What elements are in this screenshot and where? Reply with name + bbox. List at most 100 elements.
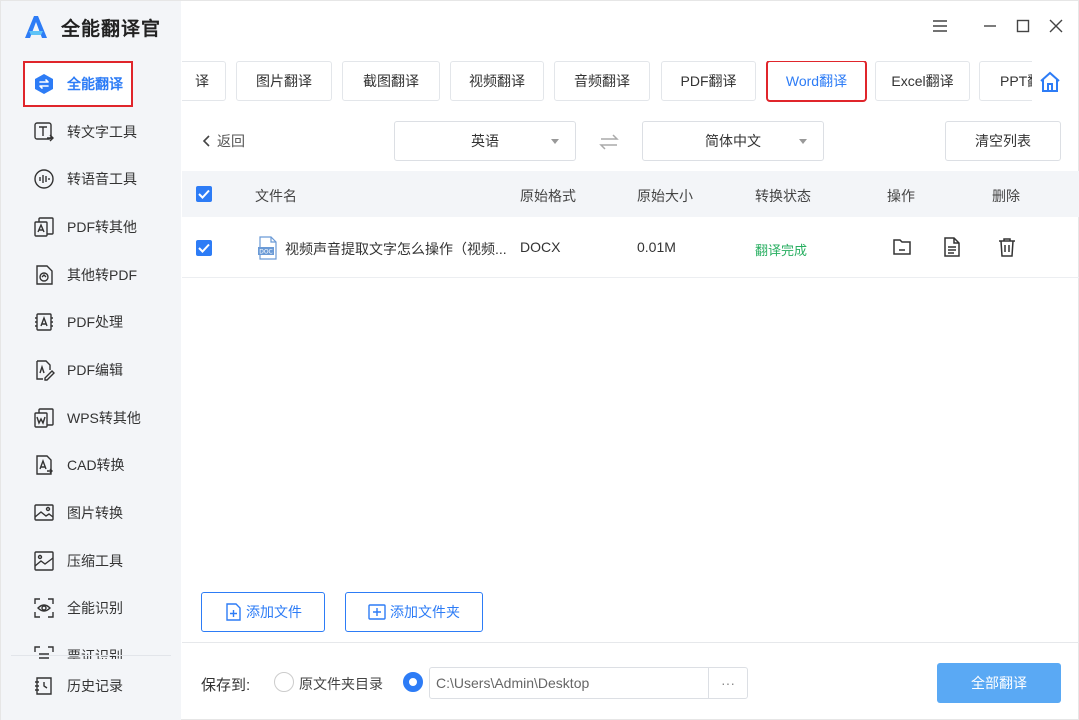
history-icon <box>33 675 55 697</box>
add-file-label: 添加文件 <box>246 604 302 620</box>
home-icon[interactable] <box>1039 71 1061 93</box>
add-folder-icon <box>368 604 386 620</box>
close-icon[interactable] <box>1045 15 1067 37</box>
tab-image-translate[interactable]: 图片翻译 <box>236 61 332 101</box>
browse-path-button[interactable]: ··· <box>708 667 748 699</box>
select-all-checkbox[interactable] <box>196 186 212 202</box>
file-table-header: 文件名 原始格式 原始大小 转换状态 操作 删除 <box>182 171 1079 217</box>
sidebar-item-to-pdf[interactable]: 其他转PDF <box>23 252 137 298</box>
original-folder-radio[interactable] <box>274 672 294 692</box>
chevron-left-icon <box>202 135 210 147</box>
chevron-down-icon <box>799 139 807 144</box>
add-folder-button[interactable]: 添加文件夹 <box>345 592 483 632</box>
tab-excel-translate[interactable]: Excel翻译 <box>875 61 970 101</box>
sidebar-item-label: PDF编辑 <box>67 362 123 378</box>
sidebar-item-image-convert[interactable]: 图片转换 <box>23 490 133 536</box>
ticket-icon <box>33 645 55 659</box>
sidebar-item-label: 票证识别 <box>67 648 123 659</box>
sidebar-nav: 全能翻译 转文字工具 转语音工具 PDF转其他 其他转PDF PDF处理 PDF… <box>1 59 181 659</box>
clear-list-button[interactable]: 清空列表 <box>945 121 1061 161</box>
sidebar-item-label: CAD转换 <box>67 457 125 473</box>
sidebar-item-label: 全能翻译 <box>67 76 123 92</box>
doc-file-icon: DOC <box>258 236 277 260</box>
sidebar-item-label: 压缩工具 <box>67 553 123 569</box>
tab-pdf-translate[interactable]: PDF翻译 <box>661 61 756 101</box>
pdf-process-icon <box>33 311 55 333</box>
recognize-icon <box>33 597 55 619</box>
tab-word-translate[interactable]: Word翻译 <box>766 61 867 102</box>
tab-ppt-translate[interactable]: PPT翻 <box>979 61 1032 101</box>
tab-video-translate[interactable]: 视频翻译 <box>450 61 544 101</box>
back-label: 返回 <box>217 133 245 149</box>
trash-icon[interactable] <box>996 236 1018 258</box>
add-folder-label: 添加文件夹 <box>390 604 460 620</box>
back-button[interactable]: 返回 <box>201 131 245 151</box>
sidebar-item-text-tool[interactable]: 转文字工具 <box>23 109 137 155</box>
sidebar-item-voice-tool[interactable]: 转语音工具 <box>23 156 137 202</box>
compress-icon <box>33 550 55 572</box>
sidebar-item-pdf-process[interactable]: PDF处理 <box>23 299 133 345</box>
sidebar-item-label: 转语音工具 <box>67 171 137 187</box>
source-language-select[interactable]: 英语 <box>394 121 576 161</box>
image-convert-icon <box>33 502 55 524</box>
sidebar-item-wps-convert[interactable]: WPS转其他 <box>23 395 141 441</box>
file-type-label: DOC <box>259 249 273 256</box>
sidebar-item-translate[interactable]: 全能翻译 <box>23 61 133 107</box>
sidebar-item-label: 历史记录 <box>67 678 123 694</box>
wps-convert-icon <box>33 407 55 429</box>
header-status: 转换状态 <box>755 188 811 204</box>
add-file-icon <box>226 603 241 621</box>
open-folder-icon[interactable] <box>891 236 913 258</box>
text-tool-icon <box>33 121 55 143</box>
translate-tabs: 译 图片翻译 截图翻译 视频翻译 音频翻译 PDF翻译 Word翻译 Excel… <box>182 61 1032 103</box>
output-path-field[interactable] <box>429 667 709 699</box>
cad-convert-icon <box>33 454 55 476</box>
footer-bar: 保存到: 原文件夹目录 ··· 全部翻译 <box>182 642 1079 720</box>
app-logo: 全能翻译官 <box>23 13 161 41</box>
sidebar-divider <box>11 655 171 656</box>
header-operations: 操作 <box>887 188 915 204</box>
sidebar-item-label: 图片转换 <box>67 505 123 521</box>
source-language-value: 英语 <box>471 133 499 149</box>
pdf-edit-icon <box>33 359 55 381</box>
tab-audio-translate[interactable]: 音频翻译 <box>554 61 650 101</box>
custom-path-radio[interactable] <box>403 672 423 692</box>
sidebar-item-label: PDF处理 <box>67 314 123 330</box>
status-badge: 翻译完成 <box>755 243 808 258</box>
tab-doc-translate[interactable]: 译 <box>182 61 226 101</box>
sidebar-item-label: 其他转PDF <box>67 267 137 283</box>
header-delete: 删除 <box>992 188 1020 204</box>
table-row: DOC 视频声音提取文字怎么操作（视频... DOCX 0.01M 翻译完成 <box>182 218 1079 278</box>
sidebar-item-pdf-convert[interactable]: PDF转其他 <box>23 204 137 250</box>
swap-languages-icon[interactable] <box>598 131 620 153</box>
file-size: 0.01M <box>637 239 676 255</box>
target-language-select[interactable]: 简体中文 <box>642 121 824 161</box>
header-format: 原始格式 <box>520 188 576 204</box>
chevron-down-icon <box>551 139 559 144</box>
sidebar-item-history[interactable]: 历史记录 <box>23 663 133 709</box>
sidebar: 全能翻译官 全能翻译 转文字工具 转语音工具 PDF转其他 其他转PDF PDF… <box>1 1 181 720</box>
voice-tool-icon <box>33 168 55 190</box>
open-file-icon[interactable] <box>941 236 963 258</box>
sidebar-item-label: WPS转其他 <box>67 410 141 426</box>
target-language-value: 简体中文 <box>705 133 761 149</box>
menu-icon[interactable] <box>929 15 951 37</box>
app-window: 全能翻译官 全能翻译 转文字工具 转语音工具 PDF转其他 其他转PDF PDF… <box>0 0 1079 720</box>
tab-screenshot-translate[interactable]: 截图翻译 <box>342 61 440 101</box>
minimize-icon[interactable] <box>979 15 1001 37</box>
add-file-button[interactable]: 添加文件 <box>201 592 325 632</box>
sidebar-item-label: 转文字工具 <box>67 124 137 140</box>
maximize-icon[interactable] <box>1012 15 1034 37</box>
logo-icon <box>25 16 47 38</box>
file-name: 视频声音提取文字怎么操作（视频... <box>285 241 507 257</box>
sidebar-item-pdf-edit[interactable]: PDF编辑 <box>23 347 133 393</box>
original-folder-label: 原文件夹目录 <box>299 676 383 692</box>
row-checkbox[interactable] <box>196 240 212 256</box>
translate-all-button[interactable]: 全部翻译 <box>937 663 1061 703</box>
translate-icon <box>33 73 55 95</box>
sidebar-item-label: PDF转其他 <box>67 219 137 235</box>
sidebar-item-cad-convert[interactable]: CAD转换 <box>23 442 133 488</box>
sidebar-item-compress[interactable]: 压缩工具 <box>23 538 133 584</box>
sidebar-item-recognize[interactable]: 全能识别 <box>23 585 133 631</box>
pdf-convert-icon <box>33 216 55 238</box>
